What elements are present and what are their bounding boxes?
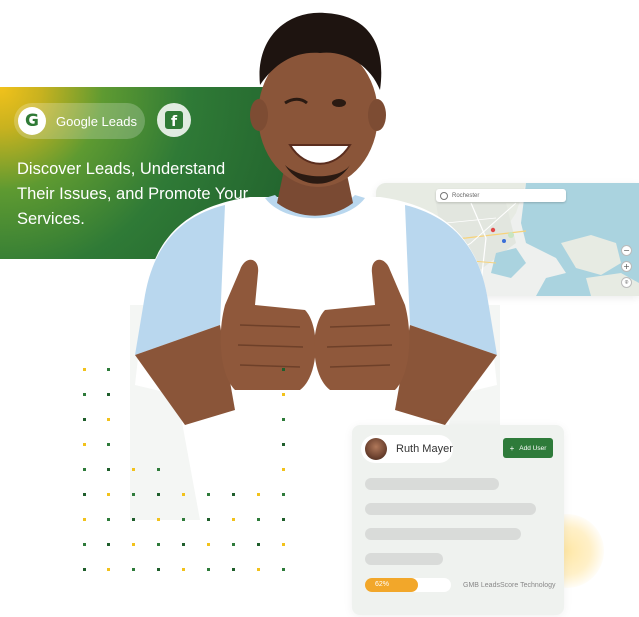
pattern-dot [257,543,260,546]
pattern-dot [257,518,260,521]
pattern-dot [257,493,260,496]
pattern-dot [107,443,110,446]
pattern-dot [282,568,285,571]
add-user-button[interactable]: + Add User [503,438,553,458]
pattern-dot [83,568,86,571]
zoom-in-button[interactable]: + [621,261,632,272]
pattern-dot [257,568,260,571]
pattern-dot [132,468,135,471]
pattern-dot [282,543,285,546]
pattern-dot [282,468,285,471]
pattern-dot [282,493,285,496]
pattern-dot [182,543,185,546]
pattern-dot [107,368,110,371]
pattern-dot [157,568,160,571]
technology-label: GMB LeadsScore Technology [463,582,556,589]
pattern-dot [83,418,86,421]
pattern-dot [83,468,86,471]
pattern-dot [182,568,185,571]
user-card: Ruth Mayer + Add User 62% GMB LeadsScore… [352,425,564,615]
pattern-dot [107,543,110,546]
pattern-dot [83,368,86,371]
pattern-dot [157,468,160,471]
pattern-dot [107,568,110,571]
pattern-dot [282,393,285,396]
plus-icon: + [509,443,515,453]
google-icon: G [18,107,46,135]
pattern-dot [107,493,110,496]
progress-bar: 62% [365,578,451,592]
pattern-dot [83,443,86,446]
pattern-dot [83,393,86,396]
placeholder-line [365,478,499,490]
progress-label: 62% [375,581,390,588]
pattern-dot [107,393,110,396]
pattern-dot [107,518,110,521]
zoom-out-button[interactable]: − [621,245,632,256]
pattern-dot [132,518,135,521]
pattern-dot [107,418,110,421]
user-name: Ruth Mayer [396,443,453,455]
pattern-dot [207,543,210,546]
pattern-dot [207,493,210,496]
placeholder-line [365,553,443,565]
progress-fill [365,578,419,592]
pattern-dot [207,518,210,521]
pattern-dot [232,543,235,546]
add-user-label: Add User [519,444,547,452]
pattern-dot [132,493,135,496]
pattern-dot [282,518,285,521]
placeholder-line [365,503,536,515]
pattern-dot [182,518,185,521]
pattern-dot [282,418,285,421]
pattern-dot [157,493,160,496]
pattern-dot [182,493,185,496]
pattern-dot [232,518,235,521]
pattern-dot [83,543,86,546]
pattern-dot [132,543,135,546]
location-icon[interactable]: ⌾ [621,277,632,288]
pattern-dot [157,518,160,521]
pattern-dot [282,368,285,371]
pattern-dot [232,493,235,496]
pattern-dot [232,568,235,571]
user-chip[interactable]: Ruth Mayer [361,435,453,463]
pattern-dot [282,443,285,446]
pattern-dot [83,493,86,496]
pattern-dot [157,543,160,546]
placeholder-line [365,528,521,540]
pattern-dot [207,568,210,571]
pattern-dot [132,568,135,571]
pattern-dot [83,518,86,521]
pattern-dot [107,468,110,471]
avatar [365,438,387,460]
